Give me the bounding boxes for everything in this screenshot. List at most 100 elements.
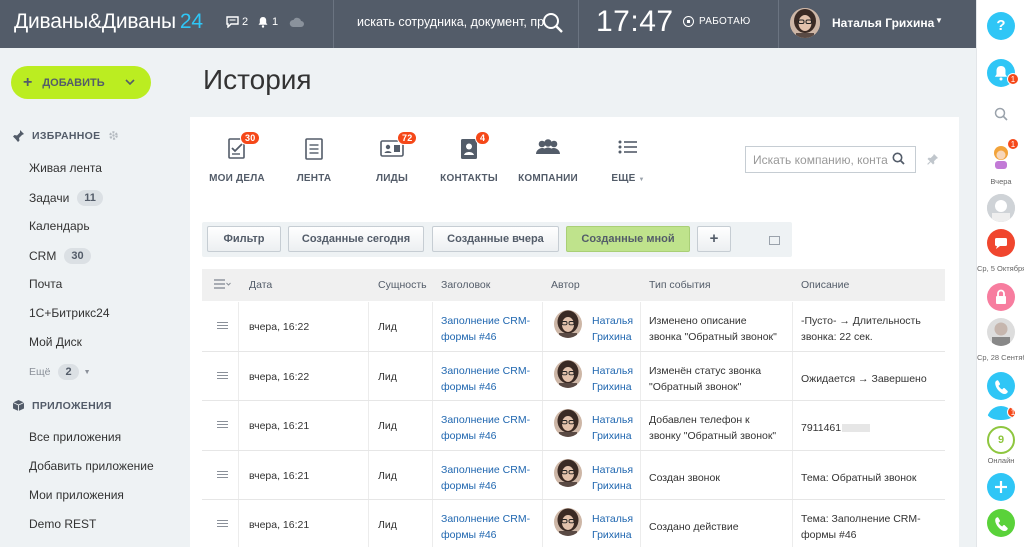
cell-author-link[interactable]: Наталья Грихина: [592, 511, 633, 543]
row-menu-icon[interactable]: [217, 421, 228, 428]
user-menu-arrow-icon[interactable]: ▼: [935, 16, 943, 25]
pin-icon[interactable]: [927, 153, 939, 168]
row-menu-icon[interactable]: [217, 371, 228, 379]
recent-chat-avatar[interactable]: 1: [987, 406, 1015, 420]
company-search-input[interactable]: Искать компанию, конта: [745, 146, 916, 173]
table-row[interactable]: вчера, 16:22 Лид Заполнение CRM-формы #46 Н…: [202, 351, 945, 401]
toolbar-companies[interactable]: КОМПАНИИ: [518, 137, 578, 184]
call-button[interactable]: [987, 509, 1015, 537]
cloud-button[interactable]: [289, 17, 304, 28]
phone-icon: [995, 517, 1008, 532]
filter-created-today[interactable]: Созданные сегодня: [288, 226, 424, 252]
table-row[interactable]: вчера, 16:21 Лид Заполнение CRM-формы #46 Н…: [202, 450, 945, 500]
work-status-label: РАБОТАЮ: [699, 16, 751, 27]
author-avatar[interactable]: [554, 310, 582, 338]
menu-item-label: Задачи: [29, 191, 70, 205]
column-divider: [792, 302, 793, 351]
column-title[interactable]: Заголовок: [441, 279, 490, 291]
toolbar-leads[interactable]: 72 ЛИДЫ: [372, 131, 418, 184]
menu-item-1c-bitrix[interactable]: 1С+Битрикс24: [29, 306, 110, 320]
menu-item-calendar[interactable]: Календарь: [29, 219, 90, 233]
recent-chat-avatar[interactable]: 1: [987, 138, 1019, 170]
menu-item-my-drive[interactable]: Мой Диск: [29, 335, 82, 349]
menu-item-demo-rest[interactable]: Demo REST: [29, 517, 96, 531]
cell-title-link[interactable]: Заполнение CRM-формы #46: [441, 462, 530, 494]
toolbar-more[interactable]: ЕЩЕ ▼: [608, 137, 648, 184]
recent-chat-avatar[interactable]: [987, 318, 1015, 346]
online-counter[interactable]: 9: [987, 426, 1015, 454]
toolbar-label: ЕЩЕ: [611, 173, 636, 184]
add-filter-button[interactable]: +: [697, 226, 731, 252]
menu-item-add-app[interactable]: Добавить приложение: [29, 459, 154, 473]
column-divider: [238, 351, 239, 400]
table-row[interactable]: вчера, 16:22 Лид Заполнение CRM-формы #46 Н…: [202, 302, 945, 352]
cell-author-link[interactable]: Наталья Грихина: [592, 412, 633, 444]
grid-settings-icon[interactable]: [213, 278, 231, 293]
toolbar-feed[interactable]: ЛЕНТА: [294, 137, 334, 184]
logo[interactable]: Диваны&Диваны 24: [14, 10, 203, 34]
gear-icon[interactable]: [108, 130, 119, 141]
column-event-type[interactable]: Тип события: [649, 279, 711, 291]
messages-button[interactable]: 2: [226, 16, 248, 28]
column-entity[interactable]: Сущность: [378, 279, 427, 291]
table-row[interactable]: вчера, 16:21 Лид Заполнение CRM-формы #46 Н…: [202, 500, 945, 547]
chevron-down-icon[interactable]: [125, 77, 135, 88]
help-button[interactable]: ?: [987, 12, 1015, 40]
column-divider: [542, 500, 543, 547]
notifications-button[interactable]: 1: [257, 16, 278, 28]
author-avatar[interactable]: [554, 409, 582, 437]
user-name[interactable]: Наталья Грихина: [832, 16, 934, 30]
title-line: формы #46: [441, 479, 497, 492]
clock[interactable]: 17:47: [596, 5, 674, 39]
work-status[interactable]: РАБОТАЮ: [683, 16, 751, 27]
menu-item-mail[interactable]: Почта: [29, 277, 62, 291]
recent-chat-avatar[interactable]: [987, 194, 1015, 222]
column-description[interactable]: Описание: [801, 279, 849, 291]
toolbar-contacts[interactable]: 4 КОНТАКТЫ: [440, 131, 498, 184]
column-author[interactable]: Автор: [551, 279, 580, 291]
add-chat-button[interactable]: [987, 473, 1015, 501]
table-row[interactable]: вчера, 16:21 Лид Заполнение CRM-формы #46 Н…: [202, 401, 945, 451]
cell-title-link[interactable]: Заполнение CRM-формы #46: [441, 363, 530, 395]
author-avatar[interactable]: [554, 359, 582, 388]
user-avatar[interactable]: [790, 8, 820, 38]
author-avatar[interactable]: [554, 458, 582, 487]
apps-section[interactable]: ПРИЛОЖЕНИЯ: [12, 399, 112, 412]
minimize-icon[interactable]: [769, 236, 780, 245]
filter-created-by-me[interactable]: Созданные мной: [566, 226, 690, 252]
filter-created-yesterday[interactable]: Созданные вчера: [432, 226, 559, 252]
recent-call-avatar[interactable]: [987, 372, 1015, 400]
menu-more[interactable]: Ещё 2 ▼: [29, 364, 91, 380]
menu-item-my-apps[interactable]: Мои приложения: [29, 488, 124, 502]
menu-item-crm[interactable]: CRM 30: [29, 248, 91, 264]
cell-title-link[interactable]: Заполнение CRM-формы #46: [441, 313, 530, 345]
global-search-input[interactable]: искать сотрудника, документ, пр: [357, 15, 544, 29]
search-icon[interactable]: [542, 12, 564, 34]
add-button[interactable]: + ДОБАВИТЬ: [11, 66, 151, 99]
search-icon[interactable]: [892, 152, 905, 165]
recent-chat-avatar[interactable]: [987, 283, 1015, 311]
cell-author-link[interactable]: Наталья Грихина: [592, 462, 633, 494]
notifications-rail-button[interactable]: 1: [987, 59, 1019, 87]
favorites-section[interactable]: ИЗБРАННОЕ: [12, 129, 119, 142]
cell-title-link[interactable]: Заполнение CRM-формы #46: [441, 511, 530, 543]
column-date[interactable]: Дата: [249, 279, 272, 291]
cell-author-link[interactable]: Наталья Грихина: [592, 363, 633, 395]
menu-item-all-apps[interactable]: Все приложения: [29, 430, 121, 444]
cloud-icon: [289, 17, 304, 27]
toolbar-my-tasks[interactable]: 30 МОИ ДЕЛА: [208, 131, 266, 184]
row-menu-icon[interactable]: [217, 520, 228, 527]
recent-chat-avatar[interactable]: [987, 229, 1015, 257]
filter-button[interactable]: Фильтр: [207, 226, 281, 252]
menu-item-tasks[interactable]: Задачи 11: [29, 190, 103, 206]
search-icon[interactable]: [994, 107, 1008, 121]
cell-author-link[interactable]: Наталья Грихина: [592, 313, 633, 345]
author-avatar[interactable]: [554, 508, 582, 536]
desc-line: Тема: Обратный звонок: [801, 471, 917, 484]
menu-item-live-feed[interactable]: Живая лента: [29, 161, 102, 175]
row-menu-icon[interactable]: [217, 322, 228, 329]
row-menu-icon[interactable]: [217, 470, 228, 478]
column-divider: [432, 351, 433, 400]
cell-title-link[interactable]: Заполнение CRM-формы #46: [441, 412, 530, 444]
column-divider: [542, 351, 543, 400]
